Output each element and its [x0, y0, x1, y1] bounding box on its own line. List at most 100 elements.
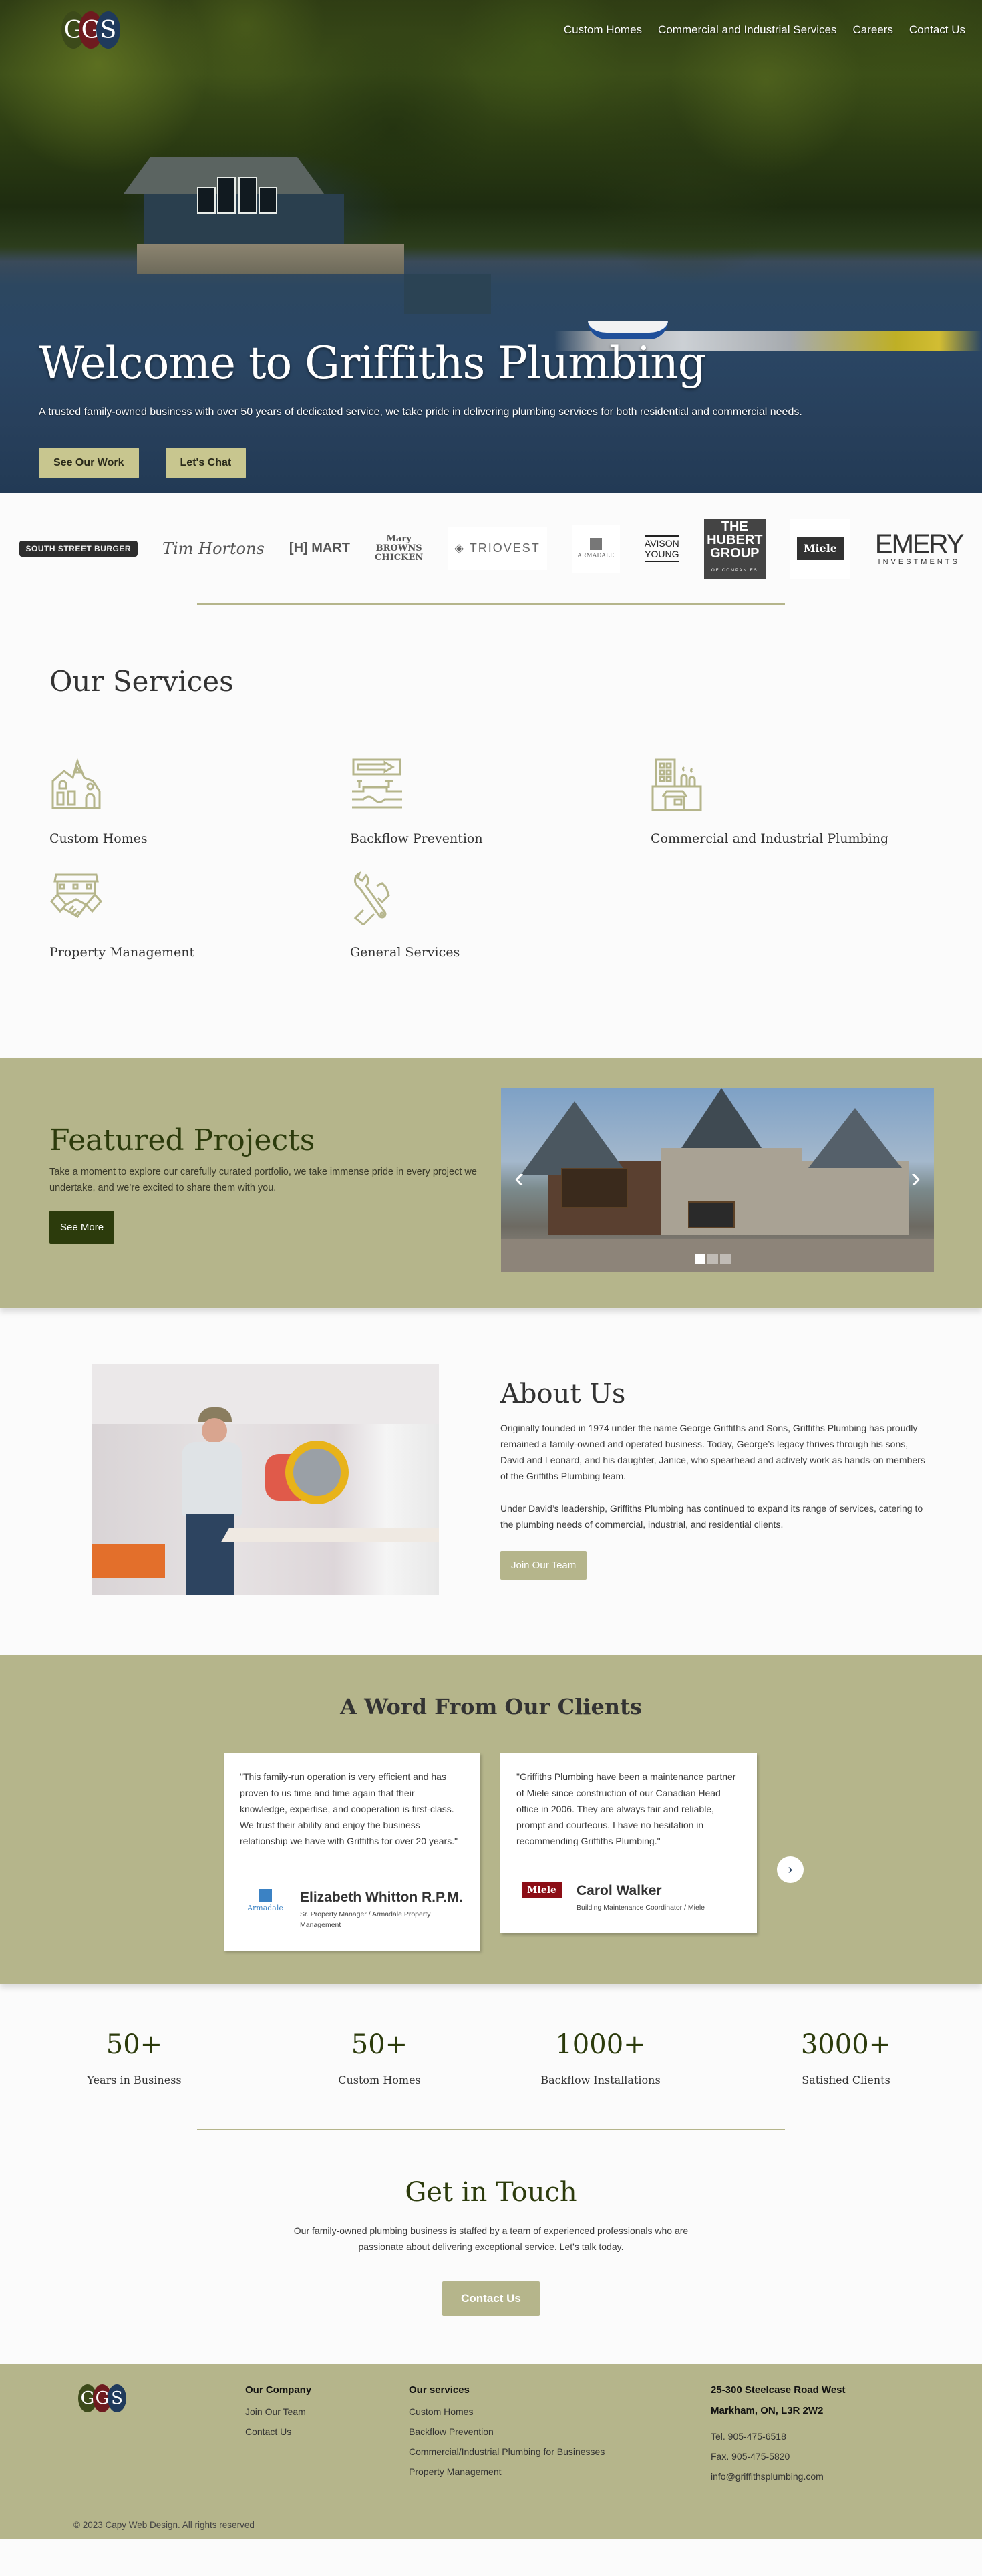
footer-link-backflow[interactable]: Backflow Prevention	[409, 2426, 711, 2437]
featured-title: Featured Projects	[49, 1123, 315, 1157]
stat-label: Years in Business	[87, 2073, 182, 2086]
footer: G G S Our Company Join Our Team Contact …	[0, 2364, 982, 2539]
testimonial-card: "This family-run operation is very effic…	[224, 1753, 480, 1951]
nav-custom-homes[interactable]: Custom Homes	[564, 23, 642, 37]
logo-letter-s: S	[96, 11, 120, 49]
services-section: Our Services Custom Homes Backflow Preve…	[0, 605, 982, 1058]
stat-years: 50+ Years in Business	[0, 2013, 269, 2102]
footer-fax: Fax. 905-475-5820	[711, 2451, 790, 2462]
nav-careers[interactable]: Careers	[852, 23, 892, 37]
stat-value: 1000+	[555, 2029, 646, 2060]
carousel-prev-arrow-icon[interactable]: ‹	[514, 1163, 524, 1193]
project-house-image	[521, 1088, 909, 1235]
carousel-dots	[695, 1254, 731, 1264]
footer-address-line-2: Markham, ON, L3R 2W2	[711, 2405, 824, 2416]
contact-section: Get in Touch Our family-owned plumbing b…	[0, 2130, 982, 2364]
see-more-button[interactable]: See More	[49, 1211, 115, 1244]
logo-emery-investments: EMERY INVESTMENTS	[874, 529, 965, 566]
hero-boat-image	[588, 321, 668, 339]
lets-chat-button[interactable]: Let's Chat	[165, 448, 247, 478]
contact-us-button[interactable]: Contact Us	[442, 2281, 540, 2316]
footer-company-column: Our Company Join Our Team Contact Us	[245, 2384, 409, 2491]
footer-link-property-management[interactable]: Property Management	[409, 2466, 711, 2477]
see-our-work-button[interactable]: See Our Work	[39, 448, 139, 478]
nav-contact-us[interactable]: Contact Us	[909, 23, 965, 37]
wrench-hand-icon	[353, 871, 390, 925]
stat-clients: 3000+ Satisfied Clients	[711, 2013, 981, 2102]
logo-triovest: ◈ TRIOVEST	[448, 527, 547, 570]
testimonial-next-chevron-icon[interactable]: ›	[777, 1856, 804, 1883]
services-title: Our Services	[49, 665, 234, 698]
service-commercial-industrial[interactable]: Commercial and Industrial Plumbing	[651, 758, 951, 858]
backflow-valve-icon	[352, 758, 402, 809]
handshake-icon	[49, 873, 103, 918]
testimonial-quote: "This family-run operation is very effic…	[240, 1771, 458, 1846]
miele-logo: Miele	[522, 1882, 562, 1898]
about-paragraph-2: Under David’s leadership, Griffiths Plum…	[500, 1503, 923, 1530]
featured-body: Take a moment to explore our carefully c…	[49, 1167, 477, 1193]
hero-cottage-image	[124, 157, 404, 274]
contact-title: Get in Touch	[405, 2177, 577, 2208]
footer-copyright: © 2023 Capy Web Design. All rights reser…	[73, 2520, 255, 2530]
hero-subtitle: A trusted family-owned business with ove…	[39, 406, 802, 418]
carousel-next-arrow-icon[interactable]: ›	[911, 1163, 921, 1193]
stat-label: Satisfied Clients	[802, 2073, 890, 2086]
footer-link-custom-homes[interactable]: Custom Homes	[409, 2406, 711, 2417]
nav-commercial-industrial[interactable]: Commercial and Industrial Services	[658, 23, 836, 37]
about-section: About Us Originally founded in 1974 unde…	[0, 1308, 982, 1655]
footer-tel[interactable]: Tel. 905-475-6518	[711, 2431, 846, 2442]
carousel-dot[interactable]	[695, 1254, 705, 1264]
logo-armadale: ARMADALE	[571, 524, 620, 573]
footer-link-join-our-team[interactable]: Join Our Team	[245, 2406, 409, 2417]
testimonial-card: "Griffiths Plumbing have been a maintena…	[500, 1753, 757, 1933]
stat-value: 3000+	[800, 2029, 892, 2060]
service-label: Custom Homes	[49, 831, 148, 846]
footer-link-contact-us[interactable]: Contact Us	[245, 2426, 409, 2437]
testimonial-quote: "Griffiths Plumbing have been a maintena…	[516, 1771, 736, 1846]
testimonial-role: Building Maintenance Coordinator / Miele	[577, 1904, 705, 1912]
footer-email[interactable]: info@griffithsplumbing.com	[711, 2471, 846, 2482]
service-custom-homes[interactable]: Custom Homes	[49, 758, 350, 858]
about-title: About Us	[500, 1379, 626, 1409]
service-general-services[interactable]: General Services	[350, 871, 651, 972]
stat-value: 50+	[106, 2029, 163, 2060]
testimonial-role: Sr. Property Manager / Armadale Property…	[300, 1910, 431, 1929]
footer-link-commercial[interactable]: Commercial/Industrial Plumbing for Busin…	[409, 2446, 711, 2457]
join-our-team-button[interactable]: Join Our Team	[500, 1551, 587, 1580]
stats-section: 50+ Years in Business 50+ Custom Homes 1…	[0, 1984, 982, 2129]
ggs-logo[interactable]: G G S	[61, 11, 120, 49]
project-carousel[interactable]: ‹ ›	[501, 1088, 934, 1272]
hero-content: Welcome to Griffiths Plumbing A trusted …	[39, 337, 802, 478]
carousel-dot[interactable]	[707, 1254, 718, 1264]
armadale-logo: Armadale	[240, 1889, 291, 1912]
testimonials-section: A Word From Our Clients "This family-run…	[0, 1655, 982, 1984]
logo-letter-s: S	[108, 2384, 126, 2412]
testimonials-title: A Word From Our Clients	[340, 1694, 642, 1719]
service-property-management[interactable]: Property Management	[49, 871, 350, 972]
service-label: General Services	[350, 945, 460, 960]
stat-custom-homes: 50+ Custom Homes	[269, 2013, 490, 2102]
stat-backflow: 1000+ Backflow Installations	[490, 2013, 711, 2102]
footer-contact-column: 25-300 Steelcase Road West Markham, ON, …	[711, 2384, 846, 2491]
stat-value: 50+	[351, 2029, 408, 2060]
stat-label: Backflow Installations	[540, 2073, 661, 2086]
footer-services-heading: Our services	[409, 2384, 470, 2396]
stat-label: Custom Homes	[338, 2073, 421, 2086]
footer-address-line-1: 25-300 Steelcase Road West	[711, 2384, 846, 2396]
service-label: Property Management	[49, 945, 195, 960]
featured-projects-section: Featured Projects Take a moment to explo…	[0, 1058, 982, 1308]
testimonial-name: Elizabeth Whitton R.P.M.	[300, 1890, 463, 1905]
carousel-dot[interactable]	[720, 1254, 731, 1264]
about-paragraph-1: Originally founded in 1974 under the nam…	[500, 1423, 925, 1481]
footer-ggs-logo[interactable]: G G S	[78, 2384, 245, 2412]
service-label: Backflow Prevention	[350, 831, 483, 846]
client-logos-strip: SOUTH STREET BURGER Tim Hortons [H] MART…	[0, 493, 982, 603]
nav-menu: Custom Homes Commercial and Industrial S…	[564, 23, 965, 37]
logo-hubert-group: THE HUBERT GROUP OF COMPANIES	[703, 518, 766, 579]
logo-south-street-burger: SOUTH STREET BURGER	[19, 540, 138, 557]
service-backflow-prevention[interactable]: Backflow Prevention	[350, 758, 651, 858]
footer-services-column: Our services Custom Homes Backflow Preve…	[409, 2384, 711, 2491]
contact-body: Our family-owned plumbing business is st…	[293, 2225, 689, 2252]
house-icon	[51, 758, 101, 809]
top-nav: G G S Custom Homes Commercial and Indust…	[0, 0, 982, 60]
